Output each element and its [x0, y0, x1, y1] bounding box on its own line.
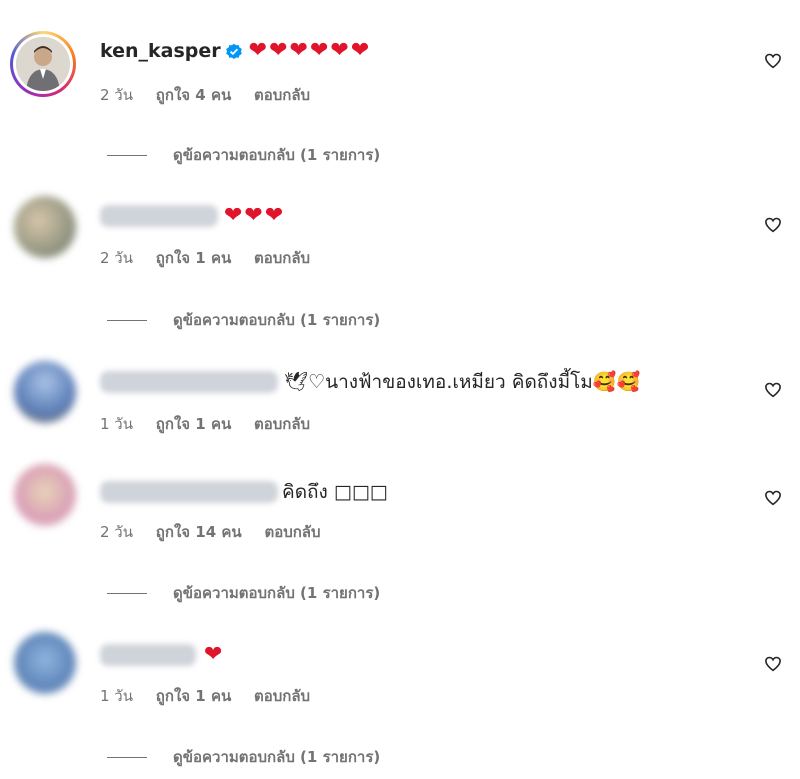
likes-count[interactable]: ถูกใจ 4 คน	[156, 86, 231, 104]
view-replies-button[interactable]: ดูข้อความตอบกลับ (1 รายการ)	[107, 581, 380, 605]
likes-count[interactable]: ถูกใจ 1 คน	[156, 687, 231, 705]
comment-line: 🕊♡นางฟ้าของเทอ.เหมียว คิดถึงมี้โม🥰🥰	[100, 369, 640, 395]
username-blurred[interactable]	[100, 644, 196, 666]
divider	[107, 319, 147, 321]
view-replies-label: ดูข้อความตอบกลับ (1 รายการ)	[173, 748, 381, 766]
reply-button[interactable]: ตอบกลับ	[254, 687, 310, 705]
divider	[107, 592, 147, 594]
comment-text: ❤	[204, 642, 225, 667]
avatar[interactable]	[14, 361, 76, 423]
comment-meta: 2 วัน ถูกใจ 1 คน ตอบกลับ	[100, 248, 328, 268]
comment-meta: 2 วัน ถูกใจ 14 คน ตอบกลับ	[100, 522, 339, 542]
username-blurred[interactable]	[100, 481, 278, 503]
reply-button[interactable]: ตอบกลับ	[254, 86, 310, 104]
view-replies-label: ดูข้อความตอบกลับ (1 รายการ)	[173, 584, 381, 602]
comment-text: ❤❤❤	[224, 203, 286, 228]
divider	[107, 756, 147, 758]
timestamp[interactable]: 2 วัน	[100, 249, 133, 267]
comment-line: คิดถึง □□□	[100, 479, 388, 505]
avatar[interactable]	[14, 632, 76, 694]
heart-outline-icon[interactable]	[764, 655, 782, 673]
username-blurred[interactable]	[100, 371, 278, 393]
comment-meta: 1 วัน ถูกใจ 1 คน ตอบกลับ	[100, 686, 328, 706]
comment-line: ❤	[100, 642, 224, 668]
timestamp[interactable]: 2 วัน	[100, 523, 133, 541]
username[interactable]: ken_kasper	[100, 38, 221, 64]
reply-button[interactable]: ตอบกลับ	[264, 523, 320, 541]
heart-outline-icon[interactable]	[764, 489, 782, 507]
heart-outline-icon[interactable]	[764, 52, 782, 70]
comment-line: ken_kasper ❤❤❤❤❤❤	[100, 38, 371, 64]
likes-count[interactable]: ถูกใจ 1 คน	[156, 415, 231, 433]
view-replies-label: ดูข้อความตอบกลับ (1 รายการ)	[173, 146, 381, 164]
likes-count[interactable]: ถูกใจ 14 คน	[156, 523, 242, 541]
heart-outline-icon[interactable]	[764, 381, 782, 399]
comment-text: ❤❤❤❤❤❤	[248, 38, 372, 63]
reply-button[interactable]: ตอบกลับ	[254, 249, 310, 267]
comment-line: ❤❤❤	[100, 203, 285, 229]
timestamp[interactable]: 1 วัน	[100, 687, 133, 705]
view-replies-label: ดูข้อความตอบกลับ (1 รายการ)	[173, 311, 381, 329]
timestamp[interactable]: 1 วัน	[100, 415, 133, 433]
avatar[interactable]	[10, 31, 76, 97]
avatar[interactable]	[14, 196, 76, 258]
divider	[107, 154, 147, 156]
comment-meta: 2 วัน ถูกใจ 4 คน ตอบกลับ	[100, 85, 328, 105]
view-replies-button[interactable]: ดูข้อความตอบกลับ (1 รายการ)	[107, 308, 380, 332]
timestamp[interactable]: 2 วัน	[100, 86, 133, 104]
avatar[interactable]	[14, 464, 76, 526]
view-replies-button[interactable]: ดูข้อความตอบกลับ (1 รายการ)	[107, 143, 380, 167]
username-blurred[interactable]	[100, 205, 218, 227]
view-replies-button[interactable]: ดูข้อความตอบกลับ (1 รายการ)	[107, 745, 380, 769]
likes-count[interactable]: ถูกใจ 1 คน	[156, 249, 231, 267]
comment-text: คิดถึง □□□	[282, 481, 388, 503]
verified-badge-icon	[225, 42, 243, 60]
reply-button[interactable]: ตอบกลับ	[254, 415, 310, 433]
comment-meta: 1 วัน ถูกใจ 1 คน ตอบกลับ	[100, 414, 328, 434]
comment-text: 🕊♡นางฟ้าของเทอ.เหมียว คิดถึงมี้โม🥰🥰	[284, 371, 641, 393]
heart-outline-icon[interactable]	[764, 216, 782, 234]
